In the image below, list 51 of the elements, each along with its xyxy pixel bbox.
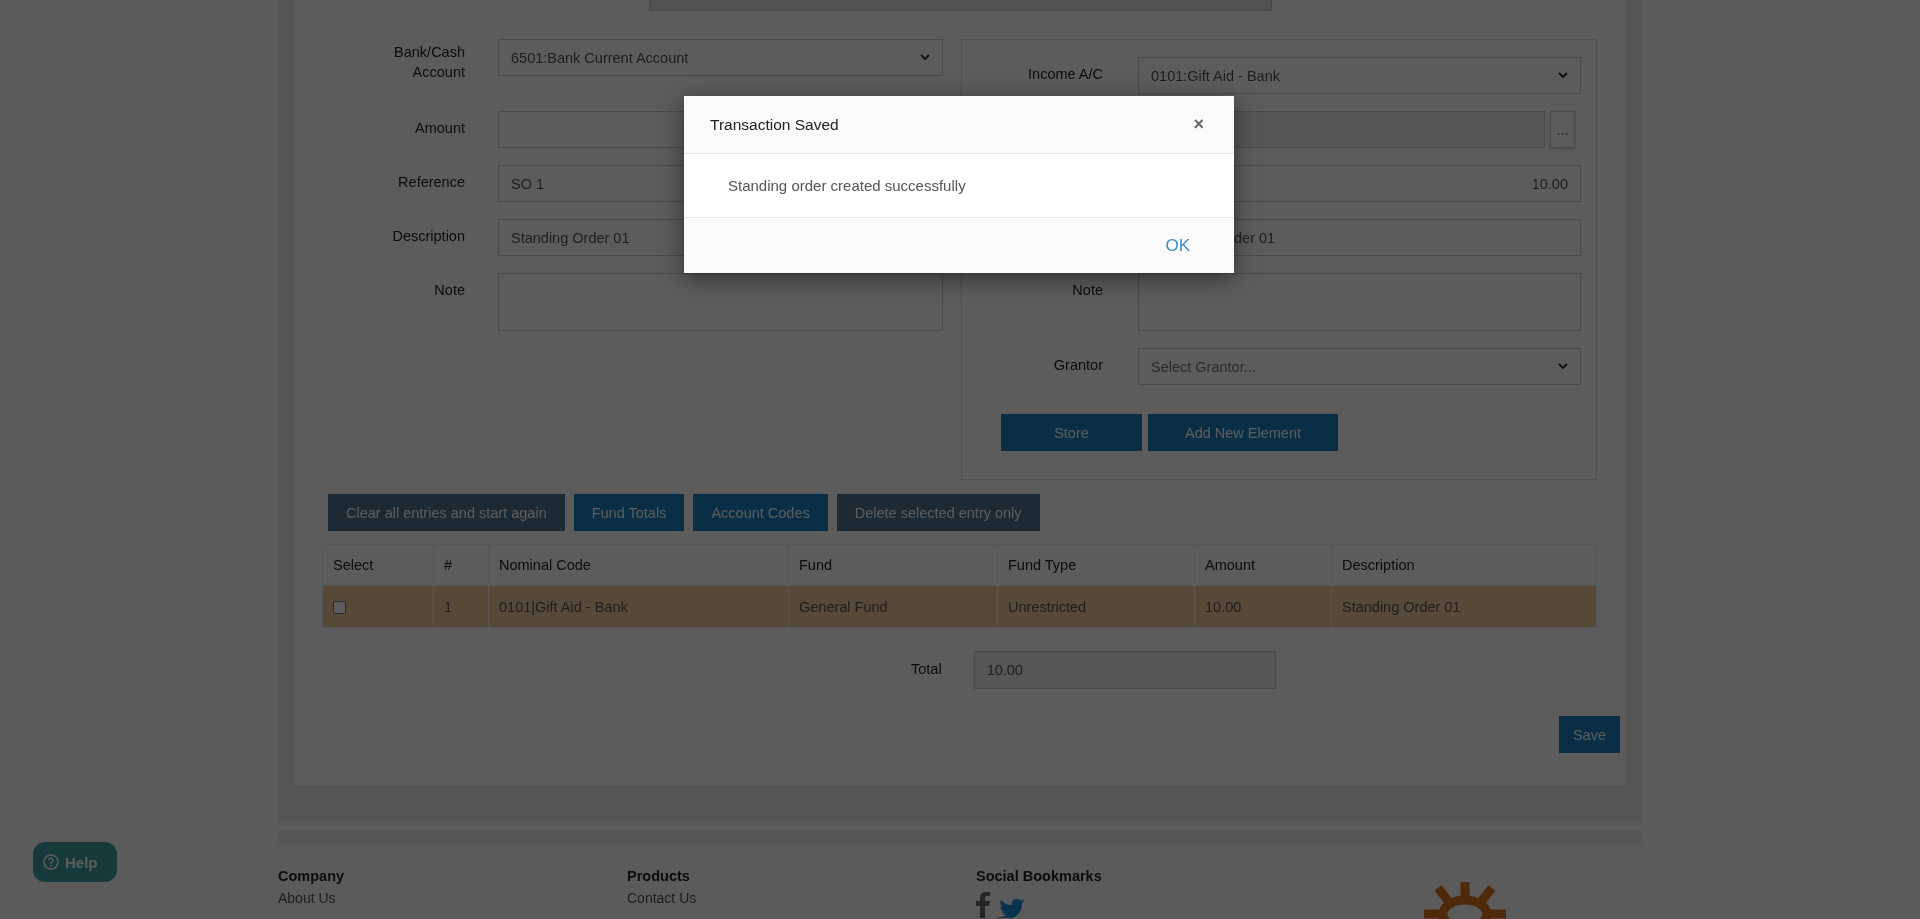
action-button[interactable]: Account Codes bbox=[693, 494, 828, 531]
chevron-down-icon bbox=[920, 54, 930, 61]
action-button[interactable]: Fund Totals bbox=[573, 494, 685, 531]
field-label: Reference bbox=[397, 173, 465, 193]
field-label: Description bbox=[391, 227, 465, 247]
table-cell: Unrestricted bbox=[997, 585, 1195, 628]
total-label: Total bbox=[911, 660, 942, 680]
field-label: Grantor bbox=[1052, 356, 1103, 375]
footer-heading: Company bbox=[278, 868, 346, 884]
help-button[interactable]: Help bbox=[33, 842, 117, 882]
bird-icon[interactable] bbox=[996, 898, 1026, 918]
table-cell: 10.00 bbox=[1194, 585, 1332, 628]
ok-button[interactable]: OK bbox=[1165, 235, 1190, 256]
field-label: Note bbox=[1071, 281, 1103, 300]
select-field[interactable]: 6501:Bank Current Account bbox=[498, 39, 943, 76]
modal-message: Standing order created successfully bbox=[728, 177, 966, 194]
column-header: Amount bbox=[1194, 544, 1332, 586]
column-header: Nominal Code bbox=[488, 544, 789, 586]
note-field[interactable] bbox=[1138, 273, 1581, 331]
field-label: Amount bbox=[414, 119, 465, 139]
table-cell: 0101|Gift Aid - Bank bbox=[488, 585, 789, 628]
table-cell: General Fund bbox=[788, 585, 998, 628]
chevron-down-icon bbox=[1558, 363, 1568, 370]
form-button[interactable]: Add New Element bbox=[1148, 414, 1338, 451]
note-field[interactable] bbox=[498, 273, 943, 332]
column-header: Fund bbox=[788, 544, 998, 586]
footer-heading: Products bbox=[627, 868, 691, 884]
facebook-icon[interactable] bbox=[976, 892, 990, 918]
row-checkbox[interactable] bbox=[333, 601, 346, 615]
field-label: Note bbox=[433, 281, 465, 301]
close-button[interactable]: × bbox=[1189, 114, 1208, 135]
table-cell: 1 bbox=[433, 585, 489, 628]
question-icon bbox=[43, 854, 59, 870]
column-header: Fund Type bbox=[997, 544, 1195, 586]
chevron-down-icon bbox=[1558, 72, 1568, 79]
table-cell: Standing Order 01 bbox=[1331, 585, 1597, 628]
footer-link[interactable]: About Us bbox=[278, 890, 627, 906]
column-header: Description bbox=[1331, 544, 1597, 586]
field-label: Bank/Cash Account bbox=[393, 43, 465, 82]
modal-title: Transaction Saved bbox=[710, 115, 839, 134]
select-field[interactable]: 0101:Gift Aid - Bank bbox=[1138, 57, 1581, 94]
footer-heading: Social Bookmarks bbox=[976, 868, 1103, 884]
total-field[interactable]: 10.00 bbox=[973, 651, 1276, 689]
field-label: Income A/C bbox=[1027, 65, 1103, 84]
footer-link[interactable]: Contact Us bbox=[627, 890, 976, 906]
browse-button[interactable]: ... bbox=[1550, 111, 1575, 148]
table-row[interactable]: 1 0101|Gift Aid - Bank General Fund Unrestricted 10.00 Standing Order 01 bbox=[322, 585, 1597, 628]
save-button[interactable]: Save bbox=[1558, 716, 1620, 753]
column-header: # bbox=[433, 544, 489, 586]
form-button[interactable]: Store bbox=[1001, 414, 1142, 451]
column-header: Select bbox=[322, 544, 434, 586]
